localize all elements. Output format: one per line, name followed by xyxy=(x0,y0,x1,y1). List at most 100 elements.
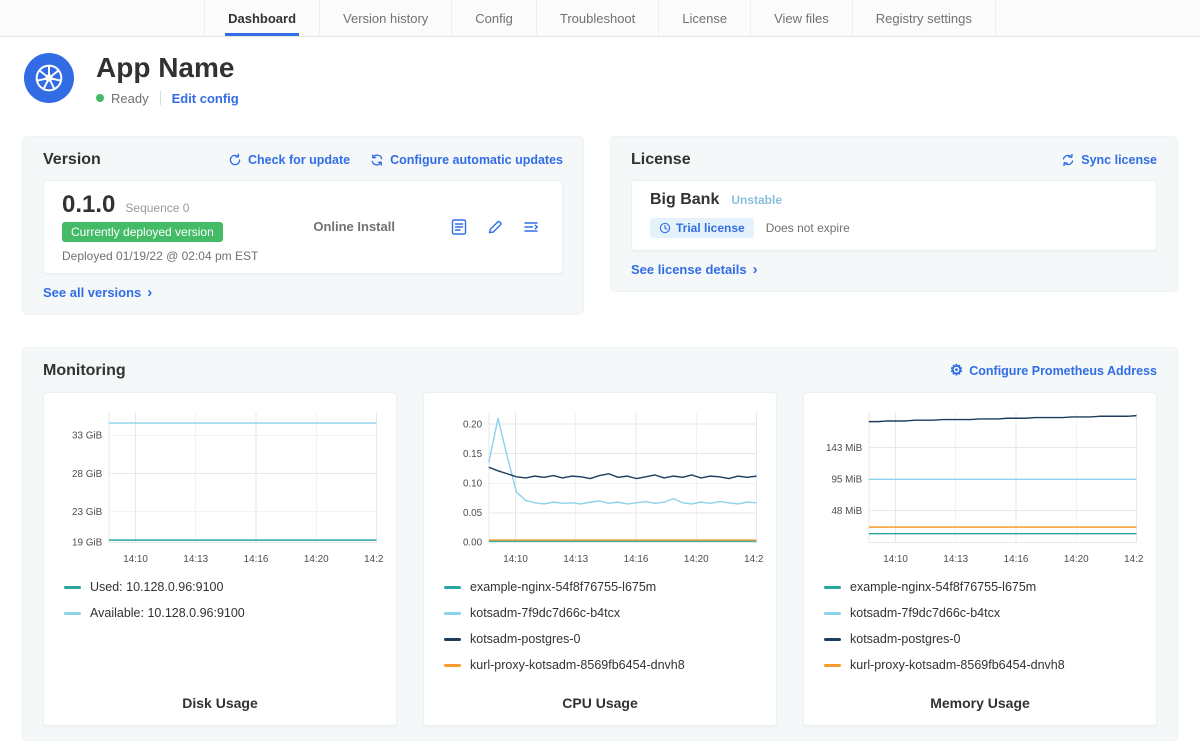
tab-registry-settings[interactable]: Registry settings xyxy=(852,0,996,36)
disk-usage-chart-card: 19 GiB23 GiB28 GiB33 GiB14:1014:1314:161… xyxy=(43,392,397,726)
license-detail-row: Trial license Does not expire xyxy=(650,218,1138,238)
auto-update-icon xyxy=(370,153,384,167)
svg-text:14:10: 14:10 xyxy=(503,554,528,565)
legend-swatch xyxy=(824,664,841,667)
app-status-row: Ready Edit config xyxy=(96,91,239,106)
chart-title: CPU Usage xyxy=(436,689,764,711)
tab-troubleshoot[interactable]: Troubleshoot xyxy=(536,0,658,36)
legend-swatch xyxy=(444,638,461,641)
legend-label: Available: 10.128.0.96:9100 xyxy=(90,606,245,620)
kubernetes-logo-icon xyxy=(24,53,74,103)
svg-text:0.15: 0.15 xyxy=(463,449,483,460)
configure-prometheus-link[interactable]: ⚙ Configure Prometheus Address xyxy=(950,363,1157,378)
chart-title: Memory Usage xyxy=(816,689,1144,711)
legend-item: Used: 10.128.0.96:9100 xyxy=(64,580,384,594)
sequence-label: Sequence 0 xyxy=(125,201,189,215)
edit-version-icon[interactable] xyxy=(486,218,504,236)
check-for-update-label: Check for update xyxy=(248,153,350,167)
channel-label: Unstable xyxy=(731,193,782,207)
chart-legend: example-nginx-54f8f76755-l675m kotsadm-7f… xyxy=(816,580,1144,684)
legend-label: example-nginx-54f8f76755-l675m xyxy=(470,580,656,594)
top-nav: Dashboard Version history Config Trouble… xyxy=(0,0,1200,37)
legend-swatch xyxy=(824,612,841,615)
version-card-title: Version xyxy=(43,151,101,169)
disk-usage-chart: 19 GiB23 GiB28 GiB33 GiB14:1014:1314:161… xyxy=(56,401,384,574)
legend-item: example-nginx-54f8f76755-l675m xyxy=(824,580,1144,594)
legend-swatch xyxy=(824,638,841,641)
legend-item: kotsadm-7f9dc7d66c-b4tcx xyxy=(444,606,764,620)
legend-label: kotsadm-7f9dc7d66c-b4tcx xyxy=(470,606,620,620)
legend-label: kurl-proxy-kotsadm-8569fb6454-dnvh8 xyxy=(850,658,1065,672)
svg-text:14:16: 14:16 xyxy=(244,554,269,565)
monitoring-title: Monitoring xyxy=(43,362,126,380)
tab-license[interactable]: License xyxy=(658,0,750,36)
edit-config-link[interactable]: Edit config xyxy=(172,91,239,106)
svg-text:0.10: 0.10 xyxy=(463,478,483,489)
clock-icon xyxy=(659,222,671,234)
check-for-update-link[interactable]: Check for update xyxy=(228,153,350,167)
trial-license-label: Trial license xyxy=(676,221,745,235)
legend-item: kotsadm-postgres-0 xyxy=(824,632,1144,646)
license-card-title: License xyxy=(631,151,691,169)
see-license-details-link[interactable]: See license details › xyxy=(631,262,758,277)
license-card-header: License Sync license xyxy=(631,151,1157,169)
svg-text:0.05: 0.05 xyxy=(463,508,483,519)
legend-swatch xyxy=(444,612,461,615)
legend-swatch xyxy=(64,612,81,615)
legend-label: example-nginx-54f8f76755-l675m xyxy=(850,580,1036,594)
configure-automatic-updates-link[interactable]: Configure automatic updates xyxy=(370,153,563,167)
trial-license-badge: Trial license xyxy=(650,218,754,238)
tab-view-files[interactable]: View files xyxy=(750,0,852,36)
legend-swatch xyxy=(444,586,461,589)
version-actions xyxy=(450,218,544,236)
legend-swatch xyxy=(444,664,461,667)
svg-text:19 GiB: 19 GiB xyxy=(72,537,103,548)
current-version-panel: 0.1.0 Sequence 0 Currently deployed vers… xyxy=(43,180,563,274)
version-line: 0.1.0 Sequence 0 xyxy=(62,191,189,219)
svg-text:0.20: 0.20 xyxy=(463,419,483,430)
deploy-logs-icon[interactable] xyxy=(522,218,540,236)
svg-text:14:20: 14:20 xyxy=(684,554,709,565)
refresh-icon xyxy=(228,153,242,167)
svg-text:48 MiB: 48 MiB xyxy=(831,506,862,517)
cards-row: Version Check for update xyxy=(22,136,1178,315)
tab-version-history[interactable]: Version history xyxy=(319,0,451,36)
app-status-text: Ready xyxy=(111,91,149,106)
svg-text:23 GiB: 23 GiB xyxy=(72,507,103,518)
tab-config[interactable]: Config xyxy=(451,0,536,36)
chevron-right-icon: › xyxy=(753,262,758,277)
svg-text:14:16: 14:16 xyxy=(1004,554,1029,565)
tab-dashboard[interactable]: Dashboard xyxy=(204,0,319,36)
svg-text:33 GiB: 33 GiB xyxy=(72,430,103,441)
license-card: License Sync license Big Bank Unstable xyxy=(610,136,1178,292)
svg-text:14:10: 14:10 xyxy=(123,554,148,565)
sync-license-label: Sync license xyxy=(1081,153,1157,167)
deployed-timestamp: Deployed 01/19/22 @ 02:04 pm EST xyxy=(62,249,258,263)
currently-deployed-badge: Currently deployed version xyxy=(62,222,223,242)
charts-row: 19 GiB23 GiB28 GiB33 GiB14:1014:1314:161… xyxy=(43,392,1157,726)
chevron-right-icon: › xyxy=(147,285,152,300)
legend-label: kotsadm-postgres-0 xyxy=(850,632,960,646)
legend-label: kotsadm-postgres-0 xyxy=(470,632,580,646)
version-card-links: Check for update Configure automatic upd… xyxy=(228,153,563,167)
app-header-text: App Name Ready Edit config xyxy=(96,53,239,106)
legend-label: kurl-proxy-kotsadm-8569fb6454-dnvh8 xyxy=(470,658,685,672)
memory-usage-chart-card: 48 MiB95 MiB143 MiB14:1014:1314:1614:201… xyxy=(803,392,1157,726)
svg-text:14:13: 14:13 xyxy=(943,554,968,565)
legend-item: Available: 10.128.0.96:9100 xyxy=(64,606,384,620)
legend-label: Used: 10.128.0.96:9100 xyxy=(90,580,223,594)
see-all-versions-link[interactable]: See all versions › xyxy=(43,285,152,300)
legend-swatch xyxy=(824,586,841,589)
see-license-details-label: See license details xyxy=(631,262,747,277)
divider xyxy=(160,91,161,105)
version-number: 0.1.0 xyxy=(62,191,115,219)
release-notes-icon[interactable] xyxy=(450,218,468,236)
sync-license-link[interactable]: Sync license xyxy=(1061,153,1157,167)
svg-text:143 MiB: 143 MiB xyxy=(826,443,863,454)
legend-item: example-nginx-54f8f76755-l675m xyxy=(444,580,764,594)
legend-label: kotsadm-7f9dc7d66c-b4tcx xyxy=(850,606,1000,620)
chart-legend: example-nginx-54f8f76755-l675m kotsadm-7f… xyxy=(436,580,764,684)
license-customer-row: Big Bank Unstable xyxy=(650,191,1138,209)
install-type-label: Online Install xyxy=(258,219,450,234)
customer-name: Big Bank xyxy=(650,191,719,209)
